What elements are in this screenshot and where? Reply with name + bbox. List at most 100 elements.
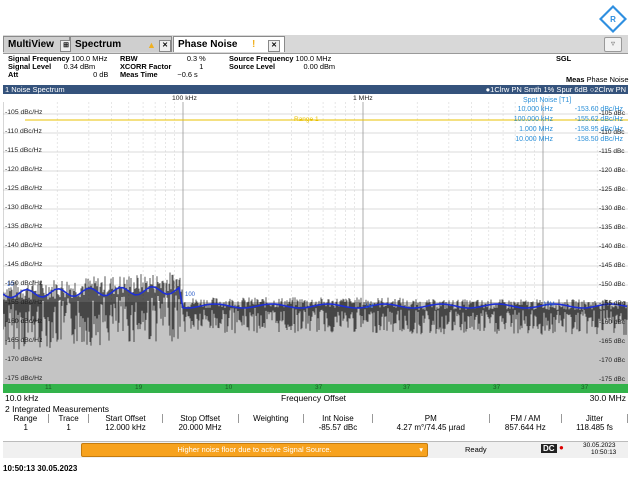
spot-noise-row: 10.000 MHz -158.50 dBc/Hz [501, 136, 623, 143]
tab-multiview[interactable]: MultiView ⊞ [3, 36, 72, 52]
status-message[interactable]: Higher noise floor due to active Signal … [81, 443, 428, 457]
table-header-cell: PM [372, 414, 490, 423]
window-title-bar[interactable]: 1 Noise Spectrum ●1Clrw PN Smth 1% Spur … [3, 85, 628, 94]
close-icon[interactable]: ✕ [159, 40, 171, 52]
param-signal-level: Signal Level 0.34 dBm [8, 62, 96, 71]
noise-spectrum-plot[interactable]: 100 kHz 1 MHz Range 1 Spot Noise [T1] 10… [3, 94, 628, 394]
integrated-title: 2 Integrated Measurements [3, 404, 628, 414]
y-tick-right: -175 dBc [599, 376, 626, 383]
trace-info: ●1Clrw PN Smth 1% Spur 6dB ○2Clrw PN [485, 85, 626, 94]
table-header-cell: Trace [48, 414, 90, 423]
y-tick-left: -175 dBc/Hz [5, 375, 43, 382]
trace-marker[interactable]: 10M [543, 302, 555, 308]
table-cell [238, 423, 303, 432]
tab-phase-noise[interactable]: Phase Noise ! ✕ [173, 36, 285, 52]
tab-label: Phase Noise [178, 39, 238, 50]
y-tick-right: -150 dBc [599, 281, 626, 288]
integrated-title-text: 2 Integrated Measurements [5, 404, 109, 414]
param-att: Att 0 dB [8, 70, 109, 79]
freq-bar-number: 37 [493, 384, 501, 391]
spot-freq: 1.000 MHz [519, 126, 553, 133]
y-tick-right: -145 dBc [599, 262, 626, 269]
y-tick-right: -120 dBc [599, 167, 626, 174]
y-tick-left: -145 dBc/Hz [5, 261, 43, 268]
table-cell: -85.57 dBc [318, 423, 358, 432]
warning-icon: ▲ [147, 40, 156, 50]
spot-value: -155.62 dBc/Hz [574, 116, 623, 123]
table-header-cell: FM / AM [489, 414, 563, 423]
tab-label: Spectrum [75, 39, 122, 50]
y-tick-right: -135 dBc [599, 224, 626, 231]
tab-bar: MultiView ⊞ Spectrum ✕ ▲ Phase Noise ! ✕… [3, 35, 628, 54]
freq-bar-number: 19 [135, 384, 143, 391]
x-stop: 30.0 MHz [589, 393, 626, 403]
chevron-down-icon[interactable]: ▿ [604, 37, 622, 52]
spot-freq: 10.000 kHz [517, 106, 553, 113]
y-tick-right: -160 dBc [599, 319, 626, 326]
y-tick-left: -160 dBc/Hz [5, 318, 43, 325]
dc-indicator: DC [541, 444, 557, 453]
param-meas: Meas Phase Noise [566, 75, 629, 84]
warning-icon: ! [252, 39, 256, 50]
alert-icon: ● [559, 443, 564, 452]
tab-spectrum[interactable]: Spectrum ✕ ▲ [70, 36, 172, 52]
x-start: 10.0 kHz [5, 393, 39, 403]
y-tick-right: -170 dBc [599, 357, 626, 364]
table-header-cell: Int Noise [303, 414, 373, 423]
y-tick-right: -115 dBc [599, 148, 625, 155]
freq-bar-number: 37 [403, 384, 411, 391]
table-header: Range Trace Start Offset Stop Offset Weighti… [3, 414, 628, 423]
y-tick-left: -105 dBc/Hz [5, 109, 43, 116]
y-tick-left: -125 dBc/Hz [5, 185, 43, 192]
svg-text:R: R [610, 15, 616, 24]
spot-freq: 10.000 MHz [515, 136, 553, 143]
tab-label: MultiView [8, 39, 54, 50]
table-header-cell: Start Offset [88, 414, 163, 423]
close-icon[interactable]: ✕ [268, 40, 280, 52]
table-cell: 857.644 Hz [504, 423, 546, 432]
y-tick-right: -110 dBc [599, 129, 625, 136]
trace-marker[interactable]: 100 [185, 292, 195, 298]
param-meas-time: Meas Time ~0.6 s [120, 70, 198, 79]
status-bar: Higher noise floor due to active Signal … [3, 441, 628, 458]
table-cell: 12.000 kHz [105, 423, 146, 432]
spot-freq: 100.000 kHz [513, 116, 553, 123]
param-source-level: Source Level 0.00 dBm [229, 62, 336, 71]
freq-bar-number: 10 [225, 384, 233, 391]
y-tick-left: -155 dBc/Hz [5, 299, 43, 306]
decade-label: 1 MHz [353, 95, 373, 102]
spot-value: -158.50 dBc/Hz [574, 136, 623, 143]
frequency-marker-bar: 11 19 10 37 37 37 37 [3, 384, 628, 393]
y-tick-right: -155 dBc [599, 300, 626, 307]
y-tick-left: -165 dBc/Hz [5, 337, 43, 344]
freq-bar-number: 37 [581, 384, 589, 391]
table-header-cell: Range [3, 414, 49, 423]
integrated-table: Range Trace Start Offset Stop Offset Weighti… [3, 414, 628, 432]
y-tick-left: -130 dBc/Hz [5, 204, 43, 211]
y-tick-right: -140 dBc [599, 243, 626, 250]
y-tick-right: -165 dBc [599, 338, 626, 345]
table-cell: 4.27 m°/74.45 µrad [396, 423, 465, 432]
rohde-schwarz-logo: R [599, 5, 627, 33]
window-title: 1 Noise Spectrum [5, 85, 65, 94]
table-row[interactable]: 1 1 12.000 kHz 20.000 MHz -85.57 dBc 4.27 m°/… [3, 423, 628, 432]
y-tick-left: -170 dBc/Hz [5, 356, 43, 363]
footer-timestamp: 10:50:13 30.05.2023 [3, 464, 78, 473]
y-tick-left: -135 dBc/Hz [5, 223, 43, 230]
chevron-down-icon[interactable]: ▾ [419, 444, 423, 456]
y-tick-right: -130 dBc [599, 205, 626, 212]
y-tick-left: -120 dBc/Hz [5, 166, 43, 173]
table-cell: 118.485 fs [576, 423, 613, 432]
y-tick-right: -125 dBc [599, 186, 626, 193]
range-label: Range 1 [294, 116, 319, 123]
status-date: 30.05.2023 [583, 442, 616, 449]
freq-bar-number: 11 [45, 384, 52, 391]
frequency-axis-row: 10.0 kHz Frequency Offset 30.0 MHz [3, 393, 628, 403]
y-tick-left: -110 dBc/Hz [5, 128, 42, 135]
table-cell: 20.000 MHz [178, 423, 222, 432]
trace-marker[interactable]: 10 [7, 282, 14, 288]
table-cell: 1 [66, 423, 71, 432]
status-message-text: Higher noise floor due to active Signal … [177, 445, 332, 454]
y-tick-right: -105 dBc [599, 110, 626, 117]
trace-marker[interactable]: 1M [365, 304, 373, 310]
